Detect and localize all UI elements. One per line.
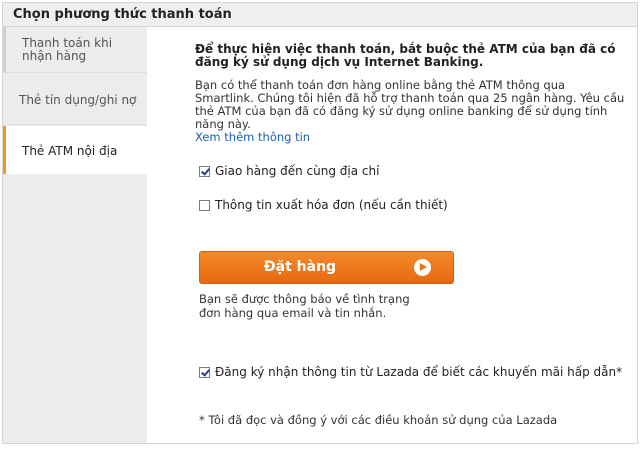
same-address-label: Giao hàng đến cùng địa chỉ <box>215 164 380 178</box>
tab-domestic-atm[interactable]: Thẻ ATM nội địa <box>3 126 147 174</box>
tab-cash-on-delivery[interactable]: Thanh toán khi nhận hàng <box>3 27 147 73</box>
atm-description: Bạn có thể thanh toán đơn hàng online bằ… <box>195 79 625 144</box>
payment-tabs: Thanh toán khi nhận hàng Thẻ tín dụng/gh… <box>3 27 147 443</box>
subscribe-label: Đăng ký nhận thông tin từ Lazada để biết… <box>215 365 623 379</box>
same-address-checkbox[interactable] <box>199 165 210 177</box>
invoice-info-option[interactable]: Thông tin xuất hóa đơn (nếu cần thiết) <box>199 198 448 212</box>
invoice-info-label: Thông tin xuất hóa đơn (nếu cần thiết) <box>215 198 448 212</box>
place-order-label: Đặt hàng <box>263 259 337 275</box>
atm-description-text: Bạn có thể thanh toán đơn hàng online bằ… <box>195 78 625 131</box>
panel-title: Chọn phương thức thanh toán <box>3 3 637 27</box>
subscribe-option[interactable]: Đăng ký nhận thông tin từ Lazada để biết… <box>199 365 622 379</box>
terms-text: * Tôi đã đọc và đồng ý với các điều khoả… <box>199 413 558 427</box>
same-address-option[interactable]: Giao hàng đến cùng địa chỉ <box>199 164 379 178</box>
payment-method-panel: Chọn phương thức thanh toán Thanh toán k… <box>2 2 638 444</box>
atm-requirement-text: Để thực hiện việc thanh toán, bắt buộc t… <box>195 42 616 69</box>
invoice-info-checkbox[interactable] <box>199 199 210 211</box>
more-info-link[interactable]: Xem thêm thông tin <box>195 131 625 144</box>
order-notice: Bạn sẽ được thông báo về tình trạng đơn … <box>199 292 410 320</box>
atm-payment-content: Để thực hiện việc thanh toán, bắt buộc t… <box>195 42 625 428</box>
place-order-button[interactable]: Đặt hàng <box>199 251 454 284</box>
play-arrow-icon <box>414 259 431 276</box>
subscribe-checkbox[interactable] <box>199 366 210 378</box>
tab-credit-card[interactable]: Thẻ tín dụng/ghi nợ <box>3 74 147 125</box>
